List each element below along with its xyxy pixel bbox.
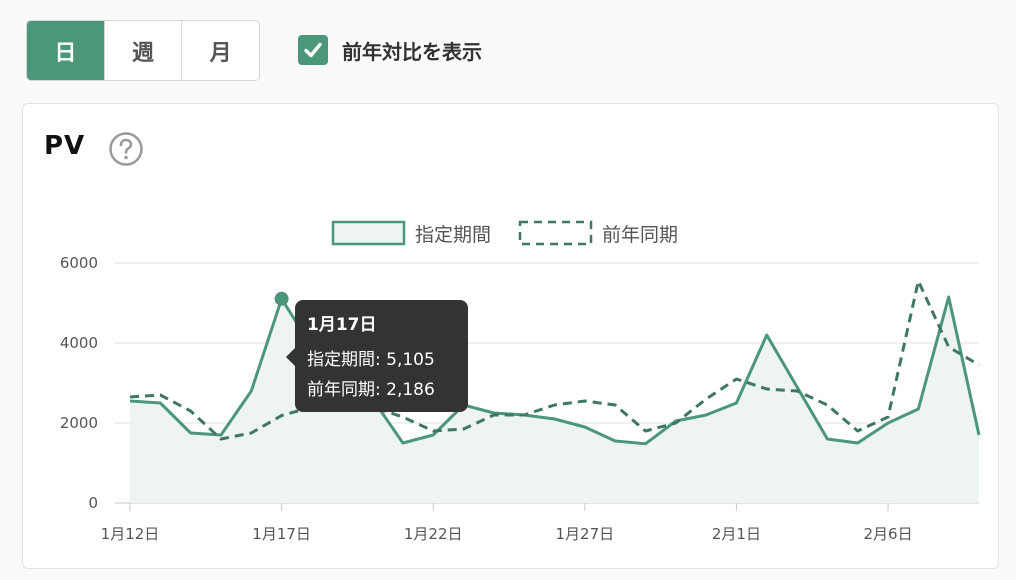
tooltip-label-previous: 前年同期	[307, 380, 375, 400]
x-tick-label: 1月17日	[252, 525, 311, 543]
y-tick-label: 2000	[60, 414, 98, 432]
legend-label-current: 指定期間	[415, 224, 491, 246]
x-tick-label: 2月6日	[863, 525, 912, 543]
tooltip-row-current: 指定期間: 5,105	[307, 350, 435, 370]
chart-tooltip: 1月17日 指定期間: 5,105 前年同期: 2,186	[286, 300, 468, 412]
legend-label-previous: 前年同期	[602, 224, 678, 246]
pv-line-chart: 0 2000 4000 6000 1月12日 1月17日 1月22日 1月27日 2月1日 2月…	[60, 220, 981, 543]
legend-swatch-previous	[518, 220, 593, 246]
x-tick-label: 1月22日	[404, 525, 463, 543]
series-current-area	[130, 297, 979, 503]
tooltip-title: 1月17日	[307, 315, 377, 335]
x-tick-label: 2月1日	[712, 525, 761, 543]
tooltip-row-previous: 前年同期: 2,186	[307, 380, 435, 400]
y-tick-label: 4000	[60, 334, 98, 352]
highlighted-point[interactable]	[274, 291, 289, 306]
tooltip-value-current: 5,105	[386, 350, 435, 370]
y-tick-label: 0	[88, 494, 98, 512]
chart-legend: 指定期間 前年同期	[331, 220, 678, 246]
tooltip-label-current: 指定期間	[307, 350, 375, 370]
x-tick-label: 1月12日	[101, 525, 160, 543]
legend-swatch-current	[331, 220, 406, 246]
x-tick-label: 1月27日	[556, 525, 615, 543]
tooltip-value-previous: 2,186	[386, 380, 435, 400]
y-tick-label: 6000	[60, 254, 98, 272]
